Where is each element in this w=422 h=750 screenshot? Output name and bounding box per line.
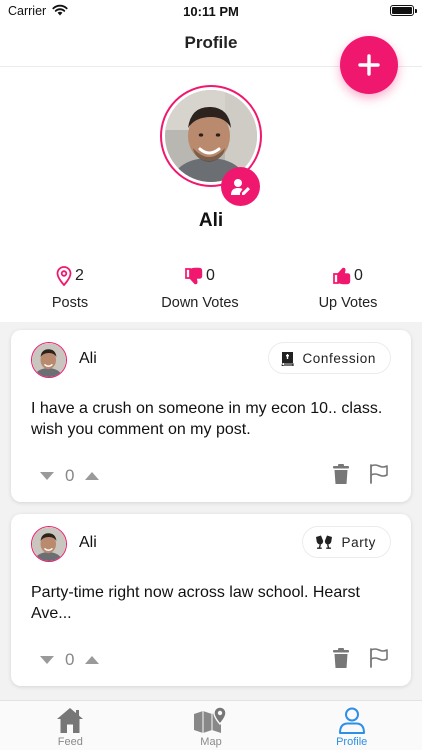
- cheers-icon: [316, 535, 333, 549]
- up-votes-label: Up Votes: [318, 295, 378, 311]
- map-icon: [194, 706, 227, 733]
- profile-name: Ali: [198, 210, 224, 231]
- tab-label: Map: [200, 736, 222, 748]
- tab-label: Profile: [336, 736, 368, 748]
- flag-icon[interactable]: [369, 648, 389, 668]
- trash-icon[interactable]: [333, 648, 349, 668]
- down-votes-count: 0: [206, 267, 215, 284]
- house-icon: [57, 708, 84, 733]
- person-icon: [338, 707, 365, 734]
- book-icon: [281, 351, 295, 366]
- post-actions: [333, 464, 389, 484]
- vote-count: 0: [65, 466, 75, 485]
- stat-up-votes[interactable]: 0 Up Votes: [278, 265, 418, 311]
- avatar[interactable]: [31, 342, 67, 378]
- thumbs-down-icon: [185, 267, 203, 285]
- upvote-button[interactable]: [84, 471, 100, 481]
- flag-icon[interactable]: [369, 464, 389, 484]
- category-tag[interactable]: Confession: [268, 342, 391, 374]
- post-author: Ali: [79, 534, 97, 551]
- tab-label: Feed: [57, 736, 83, 748]
- stat-down-votes[interactable]: 0 Down Votes: [130, 265, 270, 311]
- avatar[interactable]: [31, 526, 67, 562]
- vote-controls: 0: [39, 650, 100, 670]
- plus-icon: [358, 54, 380, 76]
- post-text: Party-time right now across law school. …: [31, 584, 360, 622]
- post-author: Ali: [79, 350, 97, 367]
- category-label: Party: [341, 534, 376, 550]
- post-actions: [333, 648, 389, 668]
- upvote-button[interactable]: [84, 655, 100, 665]
- posts-feed: Ali Confession I have a crush on someone…: [0, 322, 422, 700]
- category-tag[interactable]: Party: [302, 526, 391, 558]
- downvote-button[interactable]: [39, 471, 55, 481]
- down-votes-label: Down Votes: [161, 295, 239, 311]
- vote-controls: 0: [39, 466, 100, 486]
- trash-icon[interactable]: [333, 464, 349, 484]
- vote-count: 0: [65, 650, 75, 669]
- avatar-photo: [32, 343, 66, 377]
- thumbs-up-icon: [333, 267, 351, 285]
- tab-bar: Feed Map Profile: [0, 700, 422, 750]
- up-votes-count: 0: [354, 267, 363, 284]
- battery-icon: [390, 5, 417, 16]
- edit-profile-button[interactable]: [221, 167, 260, 206]
- category-label: Confession: [302, 350, 376, 366]
- clock: 10:11 PM: [183, 4, 239, 19]
- posts-label: Posts: [51, 295, 89, 311]
- downvote-button[interactable]: [39, 655, 55, 665]
- tab-map[interactable]: Map: [141, 701, 282, 750]
- user-edit-icon: [230, 178, 250, 195]
- add-post-button[interactable]: [340, 36, 398, 94]
- post-text: I have a crush on someone in my econ 10.…: [31, 400, 383, 438]
- avatar-photo: [32, 527, 66, 561]
- posts-count: 2: [75, 267, 84, 284]
- post-card[interactable]: Ali Party Party-time right now across la…: [11, 514, 411, 686]
- pin-icon: [56, 266, 72, 286]
- post-card[interactable]: Ali Confession I have a crush on someone…: [11, 330, 411, 502]
- tab-profile[interactable]: Profile: [281, 701, 422, 750]
- status-bar: Carrier 10:11 PM: [0, 0, 422, 22]
- stat-posts[interactable]: 2 Posts: [0, 265, 140, 311]
- tab-feed[interactable]: Feed: [0, 701, 141, 750]
